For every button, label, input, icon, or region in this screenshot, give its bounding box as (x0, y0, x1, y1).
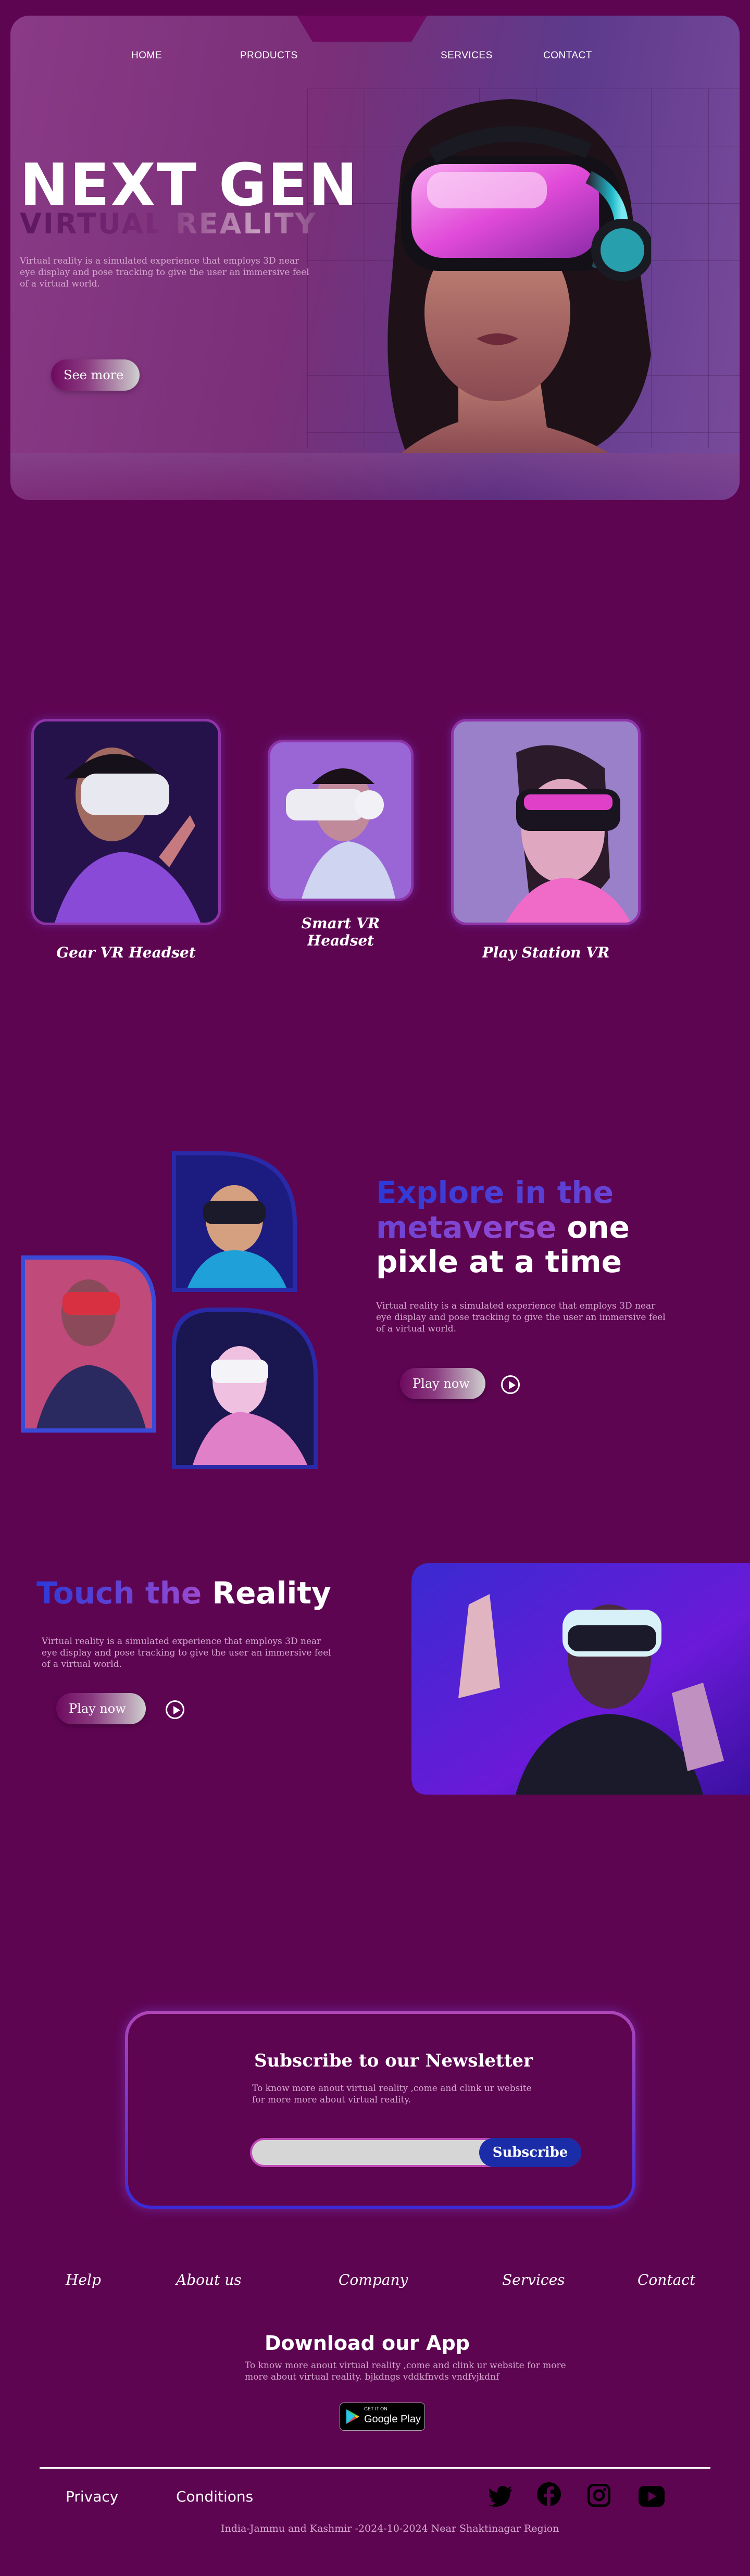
gear-vr-image (34, 721, 218, 923)
newsletter-description: To know more anout virtual reality ,come… (252, 2083, 532, 2106)
metaverse-play-circle-icon[interactable] (501, 1375, 520, 1394)
nav-products[interactable]: PRODUCTS (240, 50, 298, 61)
touch-title-blue: Touch the (36, 1575, 202, 1611)
nav-services[interactable]: SERVICES (441, 50, 493, 61)
newsletter-box (125, 2011, 635, 2209)
download-app-title: Download our App (265, 2332, 470, 2355)
nav-contact[interactable]: CONTACT (543, 50, 592, 61)
footer-link-company[interactable]: Company (339, 2271, 408, 2288)
google-play-badge[interactable]: GET IT ON Google Play (340, 2403, 425, 2431)
google-play-label: Google Play (364, 2413, 421, 2425)
see-more-label: See more (64, 368, 124, 382)
subscribe-button-label: Subscribe (492, 2145, 568, 2160)
footer-privacy-link[interactable]: Privacy (66, 2488, 118, 2505)
download-app-description: To know more anout virtual reality ,come… (245, 2360, 566, 2383)
instagram-icon[interactable] (588, 2484, 610, 2507)
see-more-button[interactable]: See more (51, 359, 140, 391)
touch-description: Virtual reality is a simulated experienc… (42, 1636, 331, 1670)
metaverse-title: Explore in the metaverse one pixle at a … (376, 1175, 715, 1279)
product-label-playstation-vr: Play Station VR (482, 944, 610, 961)
newsletter-title: Subscribe to our Newsletter (254, 2050, 533, 2071)
nav-notch (297, 16, 427, 42)
touch-play-circle-icon[interactable] (166, 1700, 184, 1719)
touch-title-white: Reality (212, 1575, 331, 1611)
footer-divider (40, 2467, 710, 2469)
subscribe-button[interactable]: Subscribe (479, 2138, 581, 2167)
touch-play-now-button[interactable]: Play now (56, 1693, 146, 1724)
product-card-gear-vr[interactable] (31, 719, 221, 925)
smart-vr-image (270, 742, 411, 899)
product-card-smart-vr[interactable] (268, 740, 414, 901)
nav-home[interactable]: HOME (131, 50, 162, 61)
metaverse-description: Virtual reality is a simulated experienc… (376, 1301, 666, 1335)
playstation-vr-image (454, 721, 638, 923)
youtube-icon[interactable] (639, 2486, 665, 2507)
footer-link-about-us[interactable]: About us (176, 2271, 242, 2288)
footer-link-help[interactable]: Help (66, 2271, 101, 2288)
metaverse-play-now-button[interactable]: Play now (400, 1368, 485, 1399)
vr-headset-person-image (388, 99, 651, 453)
product-label-smart-vr: Smart VR Headset (301, 915, 380, 949)
metaverse-collage (21, 1151, 318, 1469)
product-card-playstation-vr[interactable] (451, 719, 641, 925)
google-play-icon (346, 2409, 359, 2424)
hero-subtitle: VIRTUAL REALITY (20, 207, 317, 240)
touch-title: Touch the Reality (36, 1575, 331, 1611)
footer-link-services[interactable]: Services (502, 2271, 565, 2288)
facebook-icon[interactable] (536, 2482, 561, 2507)
product-label-gear-vr: Gear VR Headset (56, 944, 196, 961)
touch-reality-image (411, 1563, 750, 1795)
hero-bottom-fade (10, 453, 740, 500)
footer-link-contact[interactable]: Contact (638, 2271, 695, 2288)
footer-address: India-Jammu and Kashmir -2024-10-2024 Ne… (221, 2523, 559, 2534)
metaverse-play-now-label: Play now (413, 1376, 470, 1391)
google-play-small-text: GET IT ON (364, 2406, 388, 2411)
hero-description: Virtual reality is a simulated experienc… (20, 256, 309, 290)
hero-title: NEXT GEN (20, 152, 359, 219)
twitter-icon[interactable] (489, 2486, 514, 2507)
footer-conditions-link[interactable]: Conditions (176, 2488, 253, 2505)
touch-play-now-label: Play now (69, 1701, 126, 1716)
